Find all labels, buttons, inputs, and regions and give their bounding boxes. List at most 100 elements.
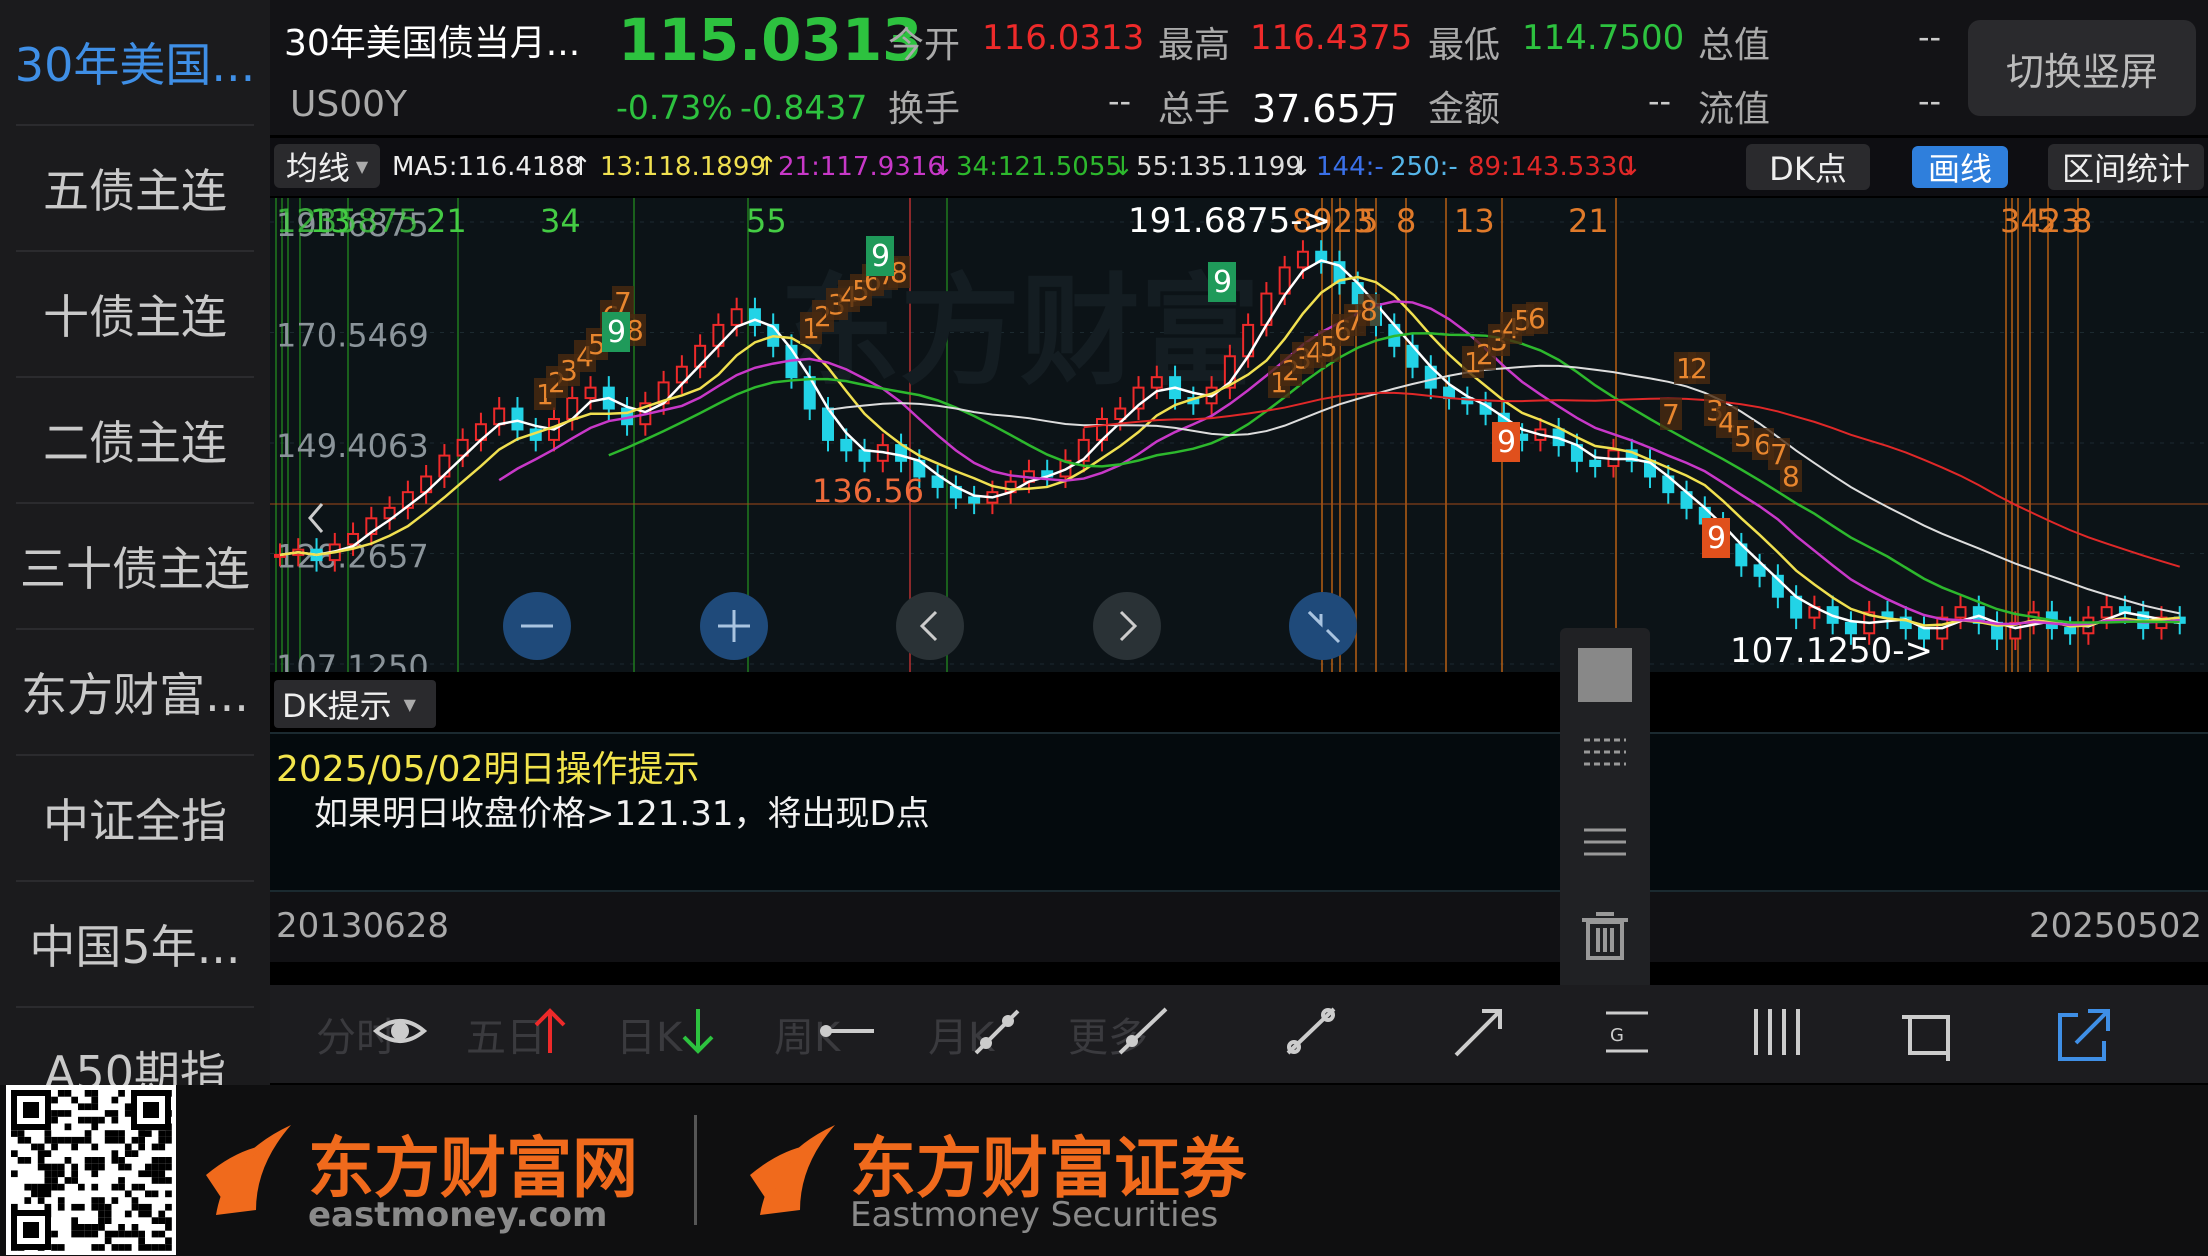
qr-module: [57, 1183, 65, 1191]
total-value-value: --: [1918, 18, 1942, 56]
qr-module: [91, 1143, 99, 1151]
sidebar-item-china-5y[interactable]: 中国5年...: [16, 882, 254, 1008]
max-price-label: 191.6875->: [1128, 201, 1331, 241]
qr-module: [57, 1110, 65, 1117]
pan-left-button[interactable]: [896, 592, 964, 660]
instrument-code: US00Y: [290, 84, 407, 125]
qr-code-icon: [6, 1085, 176, 1255]
horizontal-line-icon[interactable]: [820, 1025, 874, 1037]
qr-module: [118, 1136, 125, 1144]
sidebar-item-a50[interactable]: A50期指: [16, 1008, 254, 1085]
switch-portrait-button[interactable]: 切换竖屏: [1968, 20, 2196, 116]
fit-button[interactable]: [1289, 592, 1357, 660]
date-range-bar: 20130628 20250502: [270, 892, 2208, 962]
trash-icon[interactable]: [1582, 912, 1628, 960]
qr-module: [131, 1203, 139, 1211]
arrow-line-icon[interactable]: [1454, 1009, 1502, 1057]
qr-module: [71, 1203, 78, 1211]
qr-module: [24, 1197, 32, 1204]
sidebar-item-5y-bond[interactable]: 五债主连: [16, 126, 254, 252]
dash-line-style-icon[interactable]: [1584, 738, 1626, 766]
qr-module: [37, 1143, 45, 1151]
fill-color-icon[interactable]: [1578, 648, 1632, 702]
qr-module: [51, 1170, 58, 1178]
qr-module: [118, 1244, 125, 1251]
qr-module: [71, 1143, 78, 1151]
qr-module: [64, 1110, 72, 1117]
qr-module: [138, 1244, 145, 1251]
td-nine-label: 9: [1497, 425, 1516, 460]
range-stats-button[interactable]: 区间统计: [2048, 144, 2204, 190]
qr-module: [31, 1143, 38, 1151]
golden-ratio-icon[interactable]: G: [1606, 1011, 1648, 1053]
arrow-up-icon[interactable]: [534, 1008, 566, 1053]
sidebar-item-10y-bond[interactable]: 十债主连: [16, 252, 254, 378]
y-tick-label: 107.1250: [276, 648, 429, 672]
sidebar-item-2y-bond[interactable]: 二债主连: [16, 378, 254, 504]
last-price: 115.0313: [618, 6, 923, 74]
ma-legend-row: 均线 ▼ MA5:116.4188 ↑ 13:118.1899 ↑ 21:117.…: [270, 138, 2208, 196]
qr-module: [138, 1170, 145, 1178]
draw-line-button[interactable]: 画线: [1912, 146, 2008, 188]
qr-module: [118, 1163, 125, 1171]
ray-line-icon[interactable]: [1118, 1007, 1168, 1055]
qr-module: [158, 1143, 166, 1151]
eye-icon[interactable]: [372, 1019, 428, 1043]
qr-module: [131, 1197, 139, 1204]
qr-module: [78, 1136, 85, 1144]
zoom-out-button[interactable]: [503, 592, 571, 660]
ma5-arrow-icon: ↑: [570, 152, 592, 182]
qr-module: [111, 1136, 119, 1144]
float-value: --: [1918, 82, 1942, 120]
ma34-value: 34:121.5055: [956, 152, 1122, 182]
share-export-icon[interactable]: [2058, 1009, 2110, 1061]
open-value: 116.0313: [982, 18, 1145, 58]
qr-module: [111, 1157, 119, 1164]
dk-point-button[interactable]: DK点: [1746, 144, 1870, 190]
qr-module: [51, 1143, 58, 1151]
qr-module: [151, 1143, 159, 1151]
qr-module: [37, 1183, 45, 1191]
qr-module: [44, 1190, 52, 1198]
sidebar-item-30y-us-bond[interactable]: 30年美国...: [16, 0, 254, 126]
qr-module: [91, 1096, 99, 1104]
qr-module: [91, 1183, 99, 1191]
total-value-label: 总值: [1698, 25, 1771, 66]
fib-count-label: 55: [746, 202, 787, 240]
sidebar-item-eastmoney[interactable]: 东方财富...: [16, 630, 254, 756]
qr-module: [158, 1230, 166, 1238]
period-lines-icon[interactable]: [1754, 1009, 1800, 1055]
qr-module: [64, 1090, 72, 1097]
rectangle-icon[interactable]: [1902, 1015, 1950, 1061]
qr-module: [131, 1224, 139, 1231]
qr-module: [44, 1163, 52, 1171]
sidebar-item-csi-all[interactable]: 中证全指: [16, 756, 254, 882]
qr-module: [145, 1244, 152, 1251]
qr-module: [124, 1244, 132, 1251]
qr-module: [84, 1103, 92, 1111]
sidebar-item-30y-bond[interactable]: 三十债主连: [16, 504, 254, 630]
zoom-in-button[interactable]: [700, 592, 768, 660]
qr-finder: [23, 1102, 39, 1118]
line-width-icon[interactable]: [1584, 828, 1626, 856]
indicator-selector[interactable]: DK提示 ▼: [274, 680, 436, 728]
qr-module: [91, 1203, 99, 1211]
td-label: 7: [1662, 398, 1680, 431]
qr-module: [165, 1130, 172, 1137]
double-point-line-icon[interactable]: [1286, 1007, 1336, 1055]
qr-module: [145, 1210, 152, 1218]
qr-module: [118, 1157, 125, 1164]
qr-module: [111, 1096, 119, 1104]
pan-right-button[interactable]: [1093, 592, 1161, 660]
qr-module: [111, 1230, 119, 1238]
ma-selector[interactable]: 均线 ▼: [274, 144, 380, 188]
arrow-down-icon[interactable]: [682, 1009, 714, 1054]
candlestick-chart[interactable]: 191.6875170.5469149.4063128.2657107.1250…: [270, 198, 2208, 672]
segment-line-icon[interactable]: [974, 1009, 1020, 1055]
qr-module: [131, 1230, 139, 1238]
ma5-value: MA5:116.4188: [392, 152, 582, 182]
qr-module: [71, 1136, 78, 1144]
qr-module: [57, 1170, 65, 1178]
qr-module: [111, 1116, 119, 1124]
qr-module: [138, 1143, 145, 1151]
